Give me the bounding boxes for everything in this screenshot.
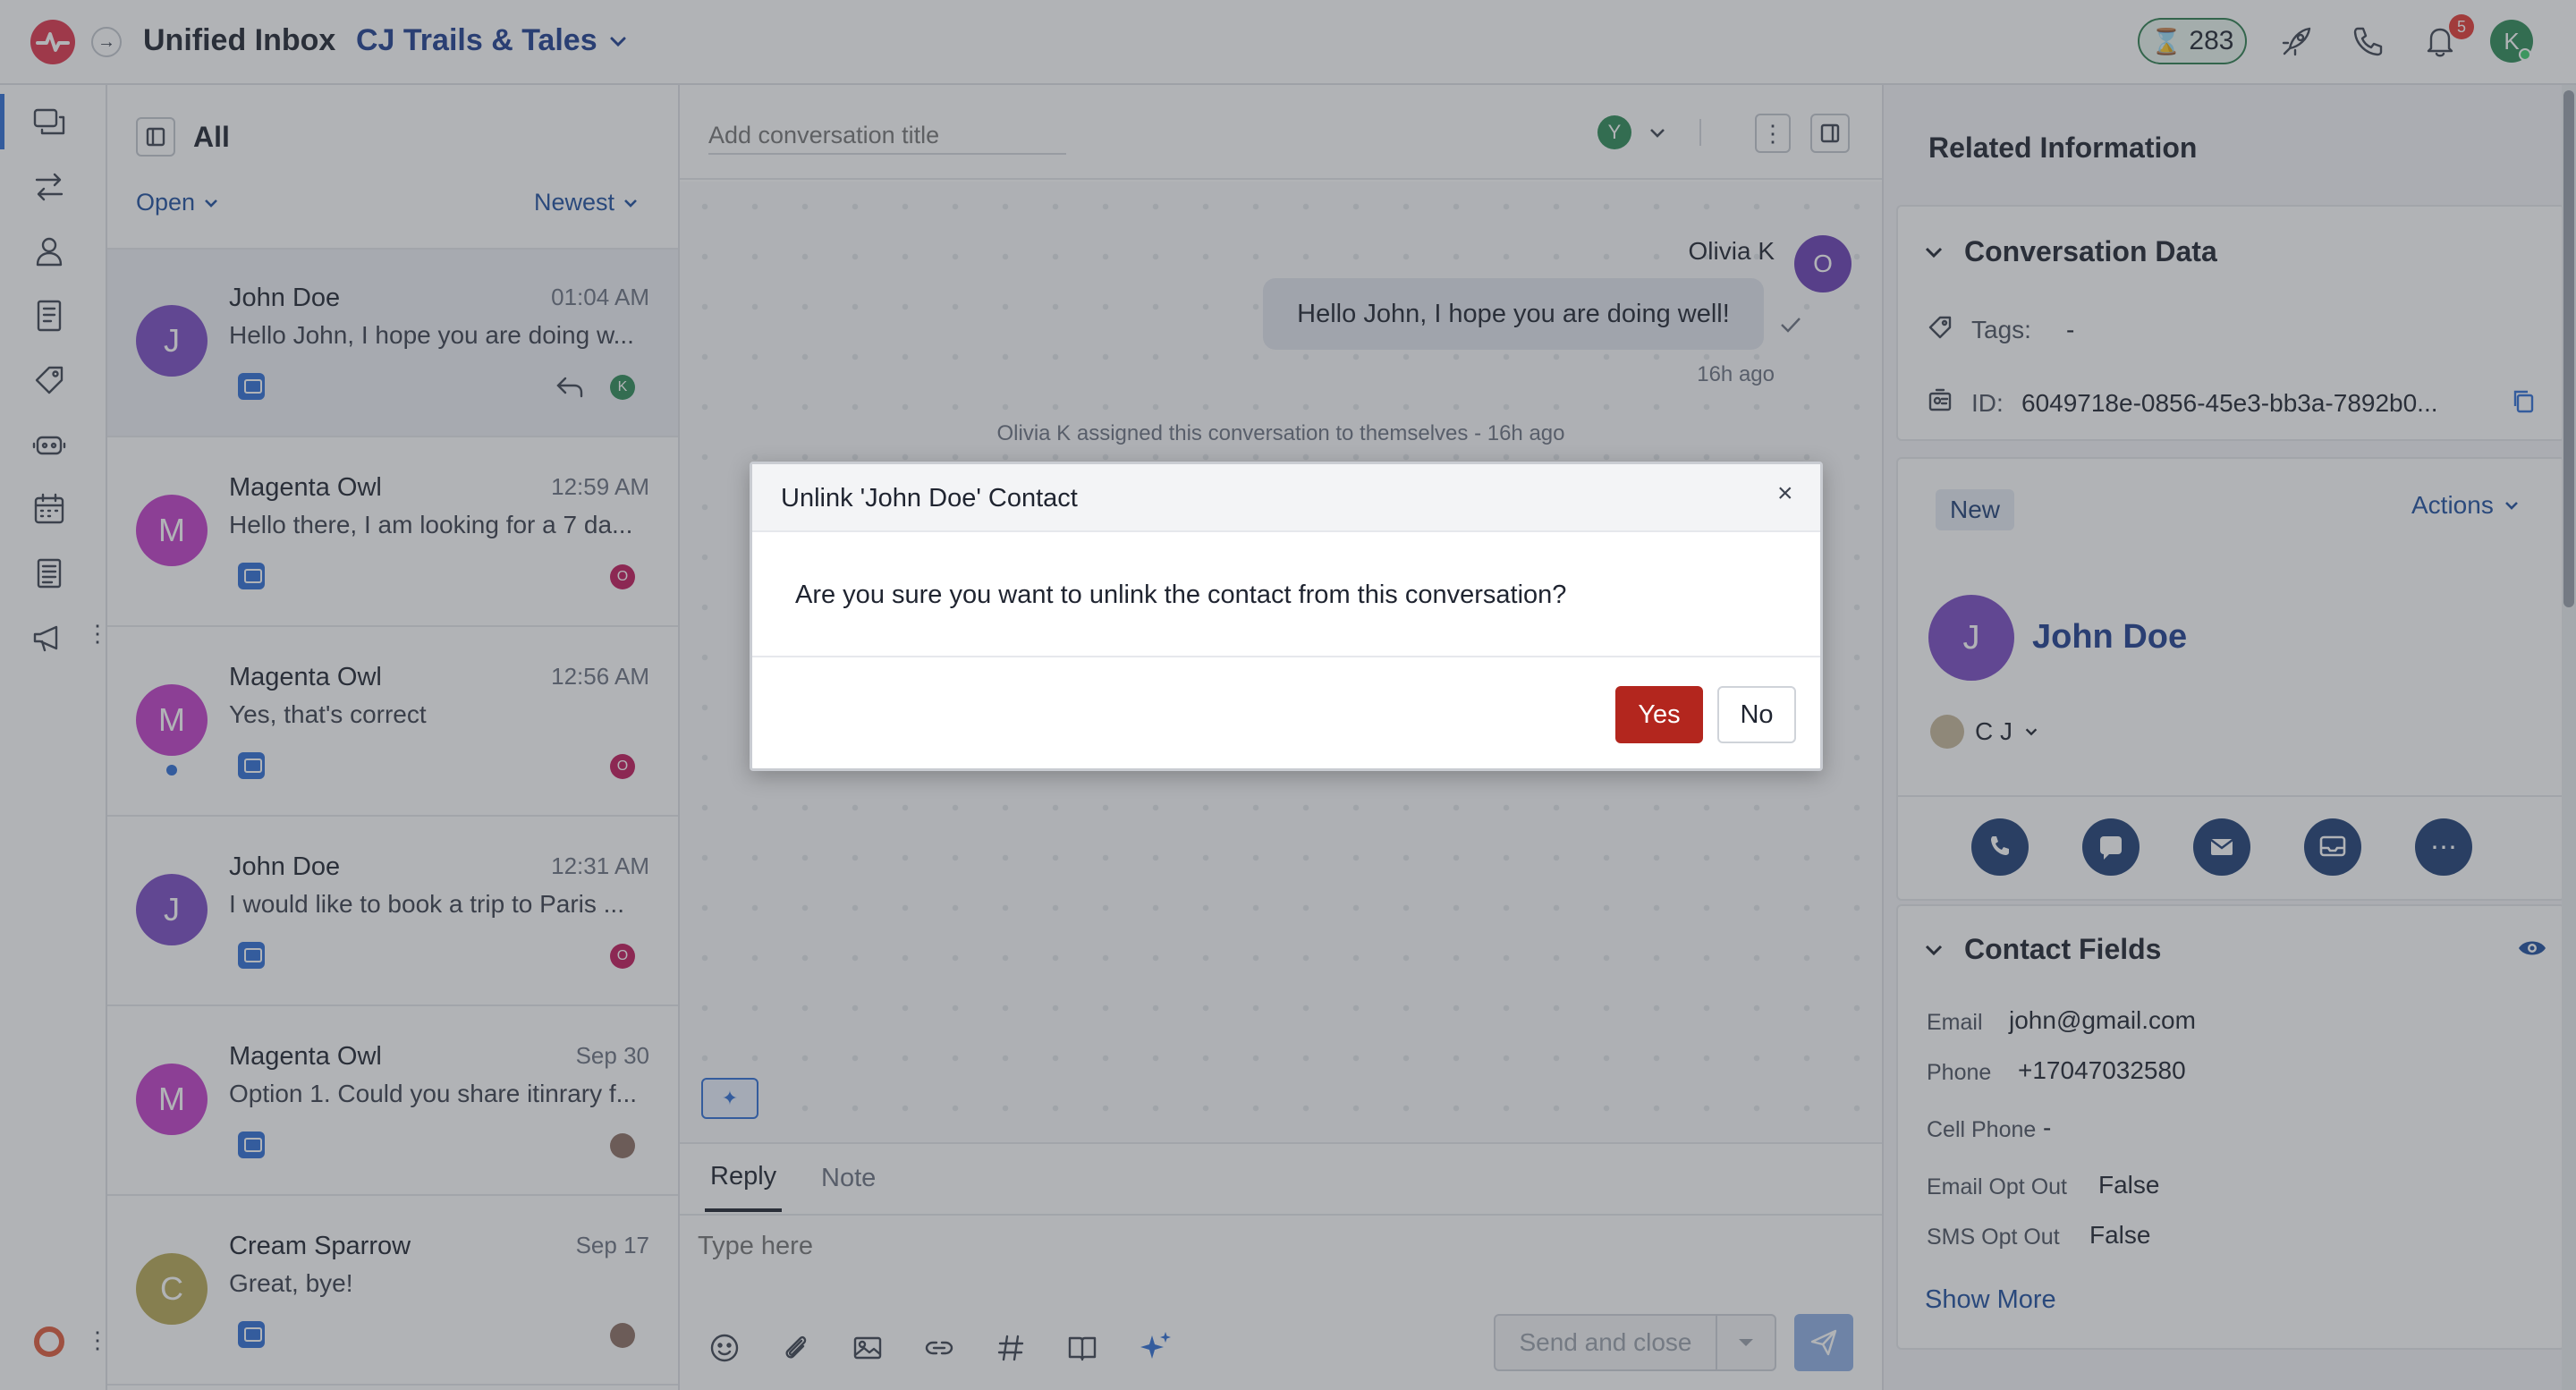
unlink-contact-dialog: Unlink 'John Doe' Contact × Are you sure… [750, 462, 1823, 771]
dialog-message: Are you sure you want to unlink the cont… [795, 581, 1567, 609]
yes-button[interactable]: Yes [1615, 686, 1703, 743]
dialog-header: Unlink 'John Doe' Contact × [752, 464, 1820, 532]
no-button[interactable]: No [1717, 686, 1796, 743]
dialog-footer-divider [752, 656, 1820, 657]
dialog-title: Unlink 'John Doe' Contact [781, 484, 1078, 513]
close-icon[interactable]: × [1777, 480, 1793, 507]
